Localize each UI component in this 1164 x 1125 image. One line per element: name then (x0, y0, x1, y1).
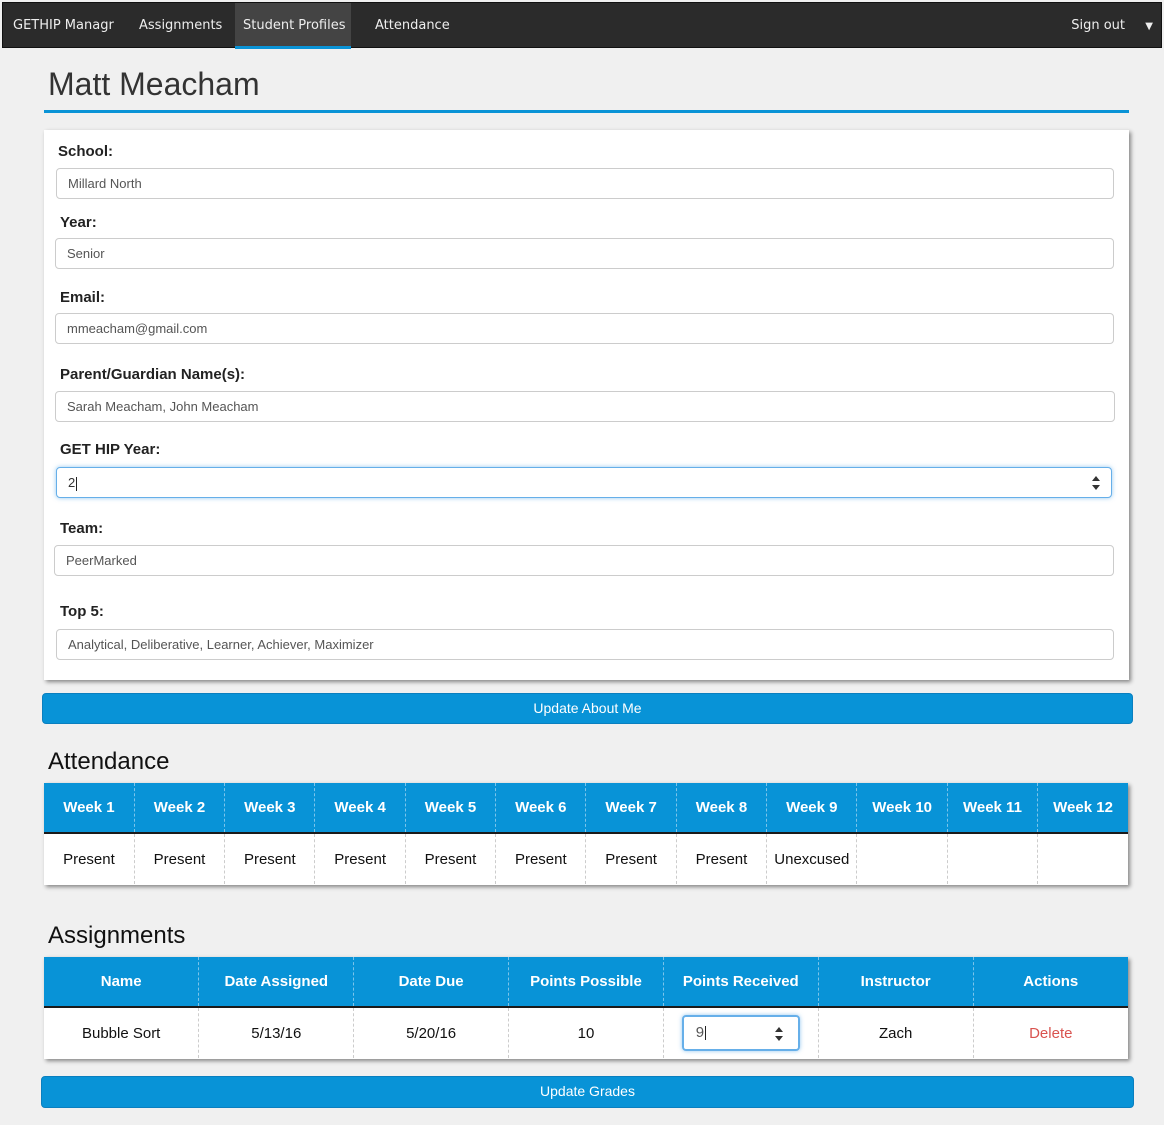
attendance-cell: Present (676, 833, 768, 884)
profile-card: School: Millard North Year: Senior Email… (44, 130, 1129, 680)
week-header: Week 12 (1037, 783, 1128, 834)
text-cursor (705, 1026, 707, 1041)
brand-link[interactable]: GETHIP Managr (5, 3, 122, 49)
week-header: Week 9 (766, 783, 858, 834)
title-divider (44, 110, 1129, 113)
attendance-cell (856, 833, 948, 884)
nav-attendance[interactable]: Attendance (367, 3, 458, 49)
points-received-cell: 9 (663, 1007, 819, 1058)
attendance-cell: Present (314, 833, 406, 884)
points-received-value: 9 (695, 1024, 705, 1041)
week-header: Week 7 (585, 783, 677, 834)
attendance-cell (947, 833, 1039, 884)
gethip-year-input[interactable]: 2 (56, 467, 1112, 498)
team-label: Team: (60, 520, 104, 537)
top5-label: Top 5: (60, 603, 104, 620)
points-possible: 10 (508, 1007, 664, 1058)
table-row: Bubble Sort 5/13/16 5/20/16 10 9 Zach De… (44, 1007, 1128, 1058)
column-header: Actions (973, 957, 1128, 1008)
attendance-table: Week 1 Week 2 Week 3 Week 4 Week 5 Week … (44, 783, 1128, 885)
school-label: School: (58, 143, 113, 160)
assignment-name: Bubble Sort (44, 1007, 200, 1058)
nav-student-profiles[interactable]: Student Profiles (235, 3, 351, 49)
spinner-icon[interactable] (1091, 474, 1101, 492)
week-header: Week 5 (405, 783, 497, 834)
update-grades-button[interactable]: Update Grades (41, 1076, 1134, 1108)
attendance-cell: Present (44, 833, 135, 884)
column-header: Points Received (663, 957, 819, 1008)
attendance-cell: Unexcused (766, 833, 858, 884)
week-header: Week 10 (856, 783, 948, 834)
week-header: Week 4 (314, 783, 406, 834)
top-navbar: GETHIP Managr Assignments Student Profil… (2, 2, 1162, 49)
signout-dropdown[interactable]: Sign out (1063, 3, 1133, 49)
assignments-table: Name Date Assigned Date Due Points Possi… (44, 957, 1128, 1059)
column-header: Date Assigned (198, 957, 355, 1008)
column-header: Name (44, 957, 200, 1008)
guardian-input[interactable]: Sarah Meacham, John Meacham (55, 391, 1115, 422)
text-cursor (76, 476, 78, 491)
guardian-label: Parent/Guardian Name(s): (60, 366, 246, 383)
week-header: Week 3 (224, 783, 316, 834)
week-header: Week 2 (134, 783, 226, 834)
email-input[interactable]: mmeacham@gmail.com (55, 313, 1114, 344)
week-header: Week 11 (947, 783, 1039, 834)
actions-cell: Delete (973, 1007, 1128, 1058)
school-input[interactable]: Millard North (56, 168, 1114, 199)
attendance-cell: Present (495, 833, 587, 884)
attendance-heading: Attendance (48, 748, 170, 775)
date-due: 5/20/16 (353, 1007, 510, 1058)
gethip-year-label: GET HIP Year: (60, 441, 161, 458)
column-header: Date Due (353, 957, 510, 1008)
top5-input[interactable]: Analytical, Deliberative, Learner, Achie… (56, 629, 1114, 660)
attendance-cell: Present (585, 833, 677, 884)
attendance-cell (1038, 833, 1128, 884)
spinner-icon[interactable] (774, 1025, 784, 1043)
update-about-me-button[interactable]: Update About Me (42, 693, 1133, 724)
email-label: Email: (60, 289, 106, 306)
instructor: Zach (818, 1007, 974, 1058)
year-input[interactable]: Senior (55, 238, 1114, 269)
caret-down-icon[interactable]: ▼ (1145, 3, 1153, 49)
page-title: Matt Meacham (48, 66, 260, 102)
points-received-input[interactable]: 9 (681, 1015, 800, 1051)
attendance-cell: Present (134, 833, 226, 884)
column-header: Instructor (818, 957, 974, 1008)
attendance-cell: Present (224, 833, 316, 884)
gethip-year-value: 2 (68, 475, 76, 490)
year-label: Year: (60, 214, 97, 231)
week-header: Week 8 (676, 783, 768, 834)
attendance-cell: Present (405, 833, 497, 884)
nav-assignments[interactable]: Assignments (131, 3, 230, 49)
assignments-heading: Assignments (48, 922, 186, 949)
attendance-row: Present Present Present Present Present … (44, 833, 1128, 884)
delete-link[interactable]: Delete (1029, 1025, 1072, 1042)
team-input[interactable]: PeerMarked (54, 545, 1114, 576)
week-header: Week 1 (44, 783, 135, 834)
date-assigned: 5/13/16 (198, 1007, 355, 1058)
column-header: Points Possible (508, 957, 664, 1008)
week-header: Week 6 (495, 783, 587, 834)
